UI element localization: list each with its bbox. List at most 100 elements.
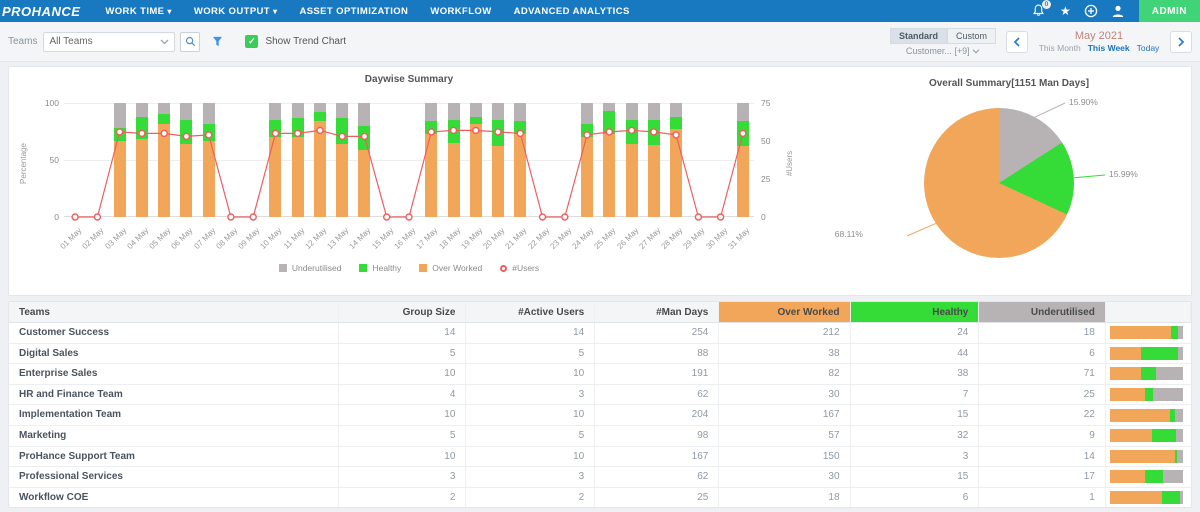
circle-plus-icon[interactable] bbox=[1084, 4, 1098, 18]
nav-item-workflow[interactable]: WORKFLOW bbox=[430, 6, 491, 17]
distribution-bar bbox=[1110, 491, 1183, 504]
users-line-marker bbox=[540, 214, 546, 220]
table-cell: 38 bbox=[851, 364, 980, 384]
table-cell: 71 bbox=[979, 364, 1105, 384]
team-name-cell[interactable]: Marketing bbox=[9, 426, 339, 446]
teams-select[interactable]: All Teams bbox=[43, 32, 175, 52]
table-header-healthy[interactable]: Healthy bbox=[851, 302, 980, 322]
y-axis-tick-left: 0 bbox=[29, 212, 59, 222]
table-header-groupsize[interactable]: Group Size bbox=[339, 302, 467, 322]
distribution-bar-cell bbox=[1106, 467, 1191, 487]
table-row[interactable]: ProHance Support Team1010167150314 bbox=[9, 447, 1191, 468]
nav-item-advanced-analytics[interactable]: ADVANCED ANALYTICS bbox=[514, 6, 630, 17]
table-cell: 22 bbox=[979, 405, 1105, 425]
table-cell: 38 bbox=[719, 344, 850, 364]
tab-standard[interactable]: Standard bbox=[890, 28, 947, 44]
period-link-this-week[interactable]: This Week bbox=[1088, 43, 1130, 53]
user-icon[interactable] bbox=[1111, 4, 1125, 18]
bar-segment-underutilised bbox=[1156, 367, 1183, 380]
table-row[interactable]: Workflow COE22251861 bbox=[9, 488, 1191, 508]
table-cell: 10 bbox=[339, 447, 467, 467]
table-header-teams[interactable]: Teams bbox=[9, 302, 339, 322]
table-cell: 5 bbox=[466, 426, 595, 446]
team-name-cell[interactable]: Digital Sales bbox=[9, 344, 339, 364]
table-row[interactable]: Implementation Team10102041671522 bbox=[9, 405, 1191, 426]
bar-segment-underutilised bbox=[1178, 347, 1183, 360]
tab-custom[interactable]: Custom bbox=[947, 28, 996, 44]
table-cell: 88 bbox=[595, 344, 719, 364]
overall-summary-chart: Overall Summary[1151 Man Days] 15.90%15.… bbox=[829, 71, 1189, 295]
nav-item-asset-optimization[interactable]: ASSET OPTIMIZATION bbox=[299, 6, 408, 17]
table-cell: 10 bbox=[466, 405, 595, 425]
users-line-marker bbox=[606, 129, 612, 135]
table-cell: 57 bbox=[719, 426, 850, 446]
nav-item-work-time[interactable]: WORK TIME▾ bbox=[105, 6, 171, 17]
checkbox-check-icon: ✓ bbox=[245, 35, 258, 48]
table-row[interactable]: Marketing559857329 bbox=[9, 426, 1191, 447]
users-line-marker bbox=[651, 129, 657, 135]
legend-item-users[interactable]: #Users bbox=[500, 263, 539, 273]
team-name-cell[interactable]: Enterprise Sales bbox=[9, 364, 339, 384]
bar-segment-healthy bbox=[1145, 388, 1153, 401]
table-row[interactable]: Digital Sales558838446 bbox=[9, 344, 1191, 365]
table-cell: 7 bbox=[851, 385, 980, 405]
y-axis-title-right: #Users bbox=[785, 151, 794, 176]
team-name-cell[interactable]: HR and Finance Team bbox=[9, 385, 339, 405]
next-period-button[interactable] bbox=[1170, 31, 1192, 53]
notifications-bell-icon[interactable]: 0 bbox=[1031, 3, 1047, 19]
table-cell: 3 bbox=[851, 447, 980, 467]
table-row[interactable]: Professional Services3362301517 bbox=[9, 467, 1191, 488]
chevron-down-icon bbox=[160, 39, 169, 45]
table-header-activeusers[interactable]: #Active Users bbox=[466, 302, 595, 322]
table-header-chart[interactable] bbox=[1106, 302, 1191, 322]
table-header-underutilised[interactable]: Underutilised bbox=[979, 302, 1105, 322]
teams-table: TeamsGroup Size#Active Users#Man DaysOve… bbox=[8, 301, 1192, 508]
table-cell: 32 bbox=[851, 426, 980, 446]
table-cell: 25 bbox=[595, 488, 719, 508]
table-cell: 30 bbox=[719, 385, 850, 405]
team-name-cell[interactable]: ProHance Support Team bbox=[9, 447, 339, 467]
team-name-cell[interactable]: Implementation Team bbox=[9, 405, 339, 425]
customer-filter-dropdown[interactable]: Customer... [+9] bbox=[906, 46, 980, 56]
team-name-cell[interactable]: Professional Services bbox=[9, 467, 339, 487]
period-block: May 2021 This MonthThis WeekToday bbox=[1038, 30, 1160, 53]
table-row[interactable]: Customer Success14142542122418 bbox=[9, 323, 1191, 344]
table-cell: 14 bbox=[466, 323, 595, 343]
distribution-bar-cell bbox=[1106, 385, 1191, 405]
table-cell: 204 bbox=[595, 405, 719, 425]
table-header-overworked[interactable]: Over Worked bbox=[719, 302, 850, 322]
period-links: This Month This Week Today bbox=[1038, 43, 1160, 53]
legend-marker bbox=[500, 265, 507, 272]
period-link-today[interactable]: Today bbox=[1137, 43, 1160, 53]
table-cell: 4 bbox=[339, 385, 467, 405]
pie-leader-line bbox=[1074, 175, 1105, 178]
table-cell: 15 bbox=[851, 467, 980, 487]
previous-period-button[interactable] bbox=[1006, 31, 1028, 53]
legend-item-underutilised[interactable]: Underutilised bbox=[279, 263, 342, 273]
daywise-chart-title: Daywise Summary bbox=[9, 74, 809, 85]
table-cell: 2 bbox=[339, 488, 467, 508]
show-trend-chart-checkbox[interactable]: ✓ Show Trend Chart bbox=[245, 35, 346, 48]
filter-funnel-icon[interactable] bbox=[212, 36, 223, 47]
teams-label: Teams bbox=[8, 36, 37, 47]
bar-segment-underutilised bbox=[1163, 470, 1183, 483]
nav-item-work-output[interactable]: WORK OUTPUT▾ bbox=[194, 6, 278, 17]
table-row[interactable]: Enterprise Sales1010191823871 bbox=[9, 364, 1191, 385]
table-header-row: TeamsGroup Size#Active Users#Man DaysOve… bbox=[9, 302, 1191, 323]
distribution-bar-cell bbox=[1106, 364, 1191, 384]
table-row[interactable]: HR and Finance Team436230725 bbox=[9, 385, 1191, 406]
pie-slice-label-healthy: 15.99% bbox=[1109, 169, 1138, 179]
period-link-this-month[interactable]: This Month bbox=[1039, 43, 1081, 53]
search-button[interactable] bbox=[180, 32, 200, 52]
table-cell: 150 bbox=[719, 447, 850, 467]
team-name-cell[interactable]: Customer Success bbox=[9, 323, 339, 343]
legend-item-healthy[interactable]: Healthy bbox=[359, 263, 401, 273]
users-line-marker bbox=[117, 129, 123, 135]
table-header-mandays[interactable]: #Man Days bbox=[595, 302, 719, 322]
favorites-star-icon[interactable]: ★ bbox=[1060, 5, 1071, 17]
table-cell: 6 bbox=[851, 488, 980, 508]
admin-button[interactable]: ADMIN bbox=[1139, 0, 1200, 22]
legend-item-overworked[interactable]: Over Worked bbox=[419, 263, 482, 273]
team-name-cell[interactable]: Workflow COE bbox=[9, 488, 339, 508]
bar-segment-over-worked bbox=[1110, 491, 1163, 504]
